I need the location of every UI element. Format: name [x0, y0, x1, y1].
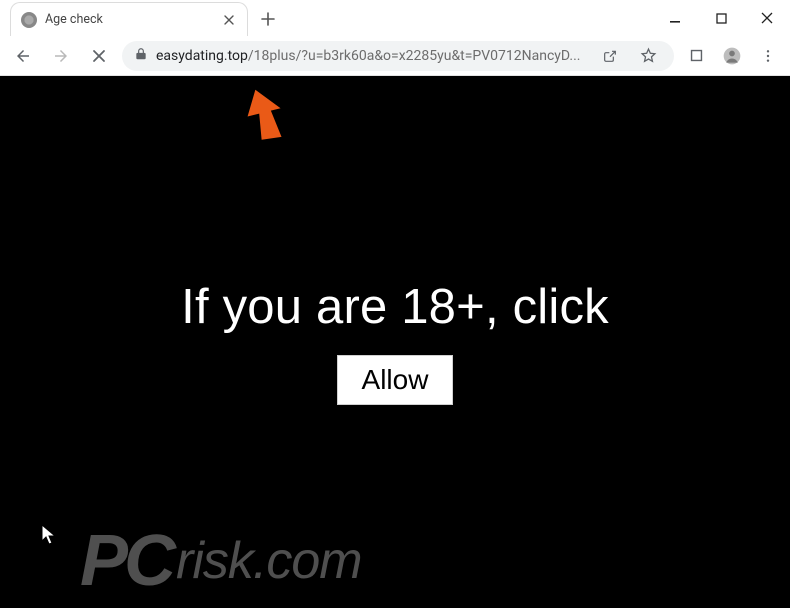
minimize-button[interactable] — [652, 0, 698, 36]
toolbar: easydating.top/18plus/?u=b3rk60a&o=x2285… — [0, 36, 790, 76]
address-bar[interactable]: easydating.top/18plus/?u=b3rk60a&o=x2285… — [122, 41, 674, 71]
url-text: easydating.top/18plus/?u=b3rk60a&o=x2285… — [156, 48, 588, 64]
extensions-icon[interactable] — [682, 42, 710, 70]
lock-icon — [134, 46, 148, 65]
bookmark-star-icon[interactable] — [634, 42, 662, 70]
profile-avatar-icon[interactable] — [718, 42, 746, 70]
new-tab-button[interactable] — [254, 5, 282, 33]
back-button[interactable] — [8, 41, 38, 71]
close-tab-icon[interactable] — [221, 12, 237, 28]
url-host: easydating.top — [156, 48, 248, 64]
watermark-pc: PC — [80, 521, 172, 601]
tab-active[interactable]: Age check — [10, 2, 248, 36]
window-controls — [652, 0, 790, 36]
allow-button[interactable]: Allow — [337, 355, 454, 405]
titlebar: Age check — [0, 0, 790, 36]
share-icon[interactable] — [596, 42, 624, 70]
page-content: If you are 18+, click Allow PC risk.com — [0, 76, 790, 608]
tab-title: Age check — [45, 12, 213, 27]
watermark: PC risk.com — [80, 520, 362, 602]
close-window-button[interactable] — [744, 0, 790, 36]
omnibox-actions — [596, 42, 662, 70]
browser-window: Age check — [0, 0, 790, 608]
maximize-button[interactable] — [698, 0, 744, 36]
watermark-risk: risk.com — [176, 531, 362, 591]
forward-button[interactable] — [46, 41, 76, 71]
stop-reload-button[interactable] — [84, 41, 114, 71]
mouse-cursor-icon — [41, 524, 57, 546]
kebab-menu-icon[interactable] — [754, 42, 782, 70]
tab-favicon — [21, 12, 37, 28]
url-path: /18plus/?u=b3rk60a&o=x2285yu&t=PV0712Nan… — [248, 48, 581, 64]
age-headline: If you are 18+, click — [181, 279, 609, 335]
